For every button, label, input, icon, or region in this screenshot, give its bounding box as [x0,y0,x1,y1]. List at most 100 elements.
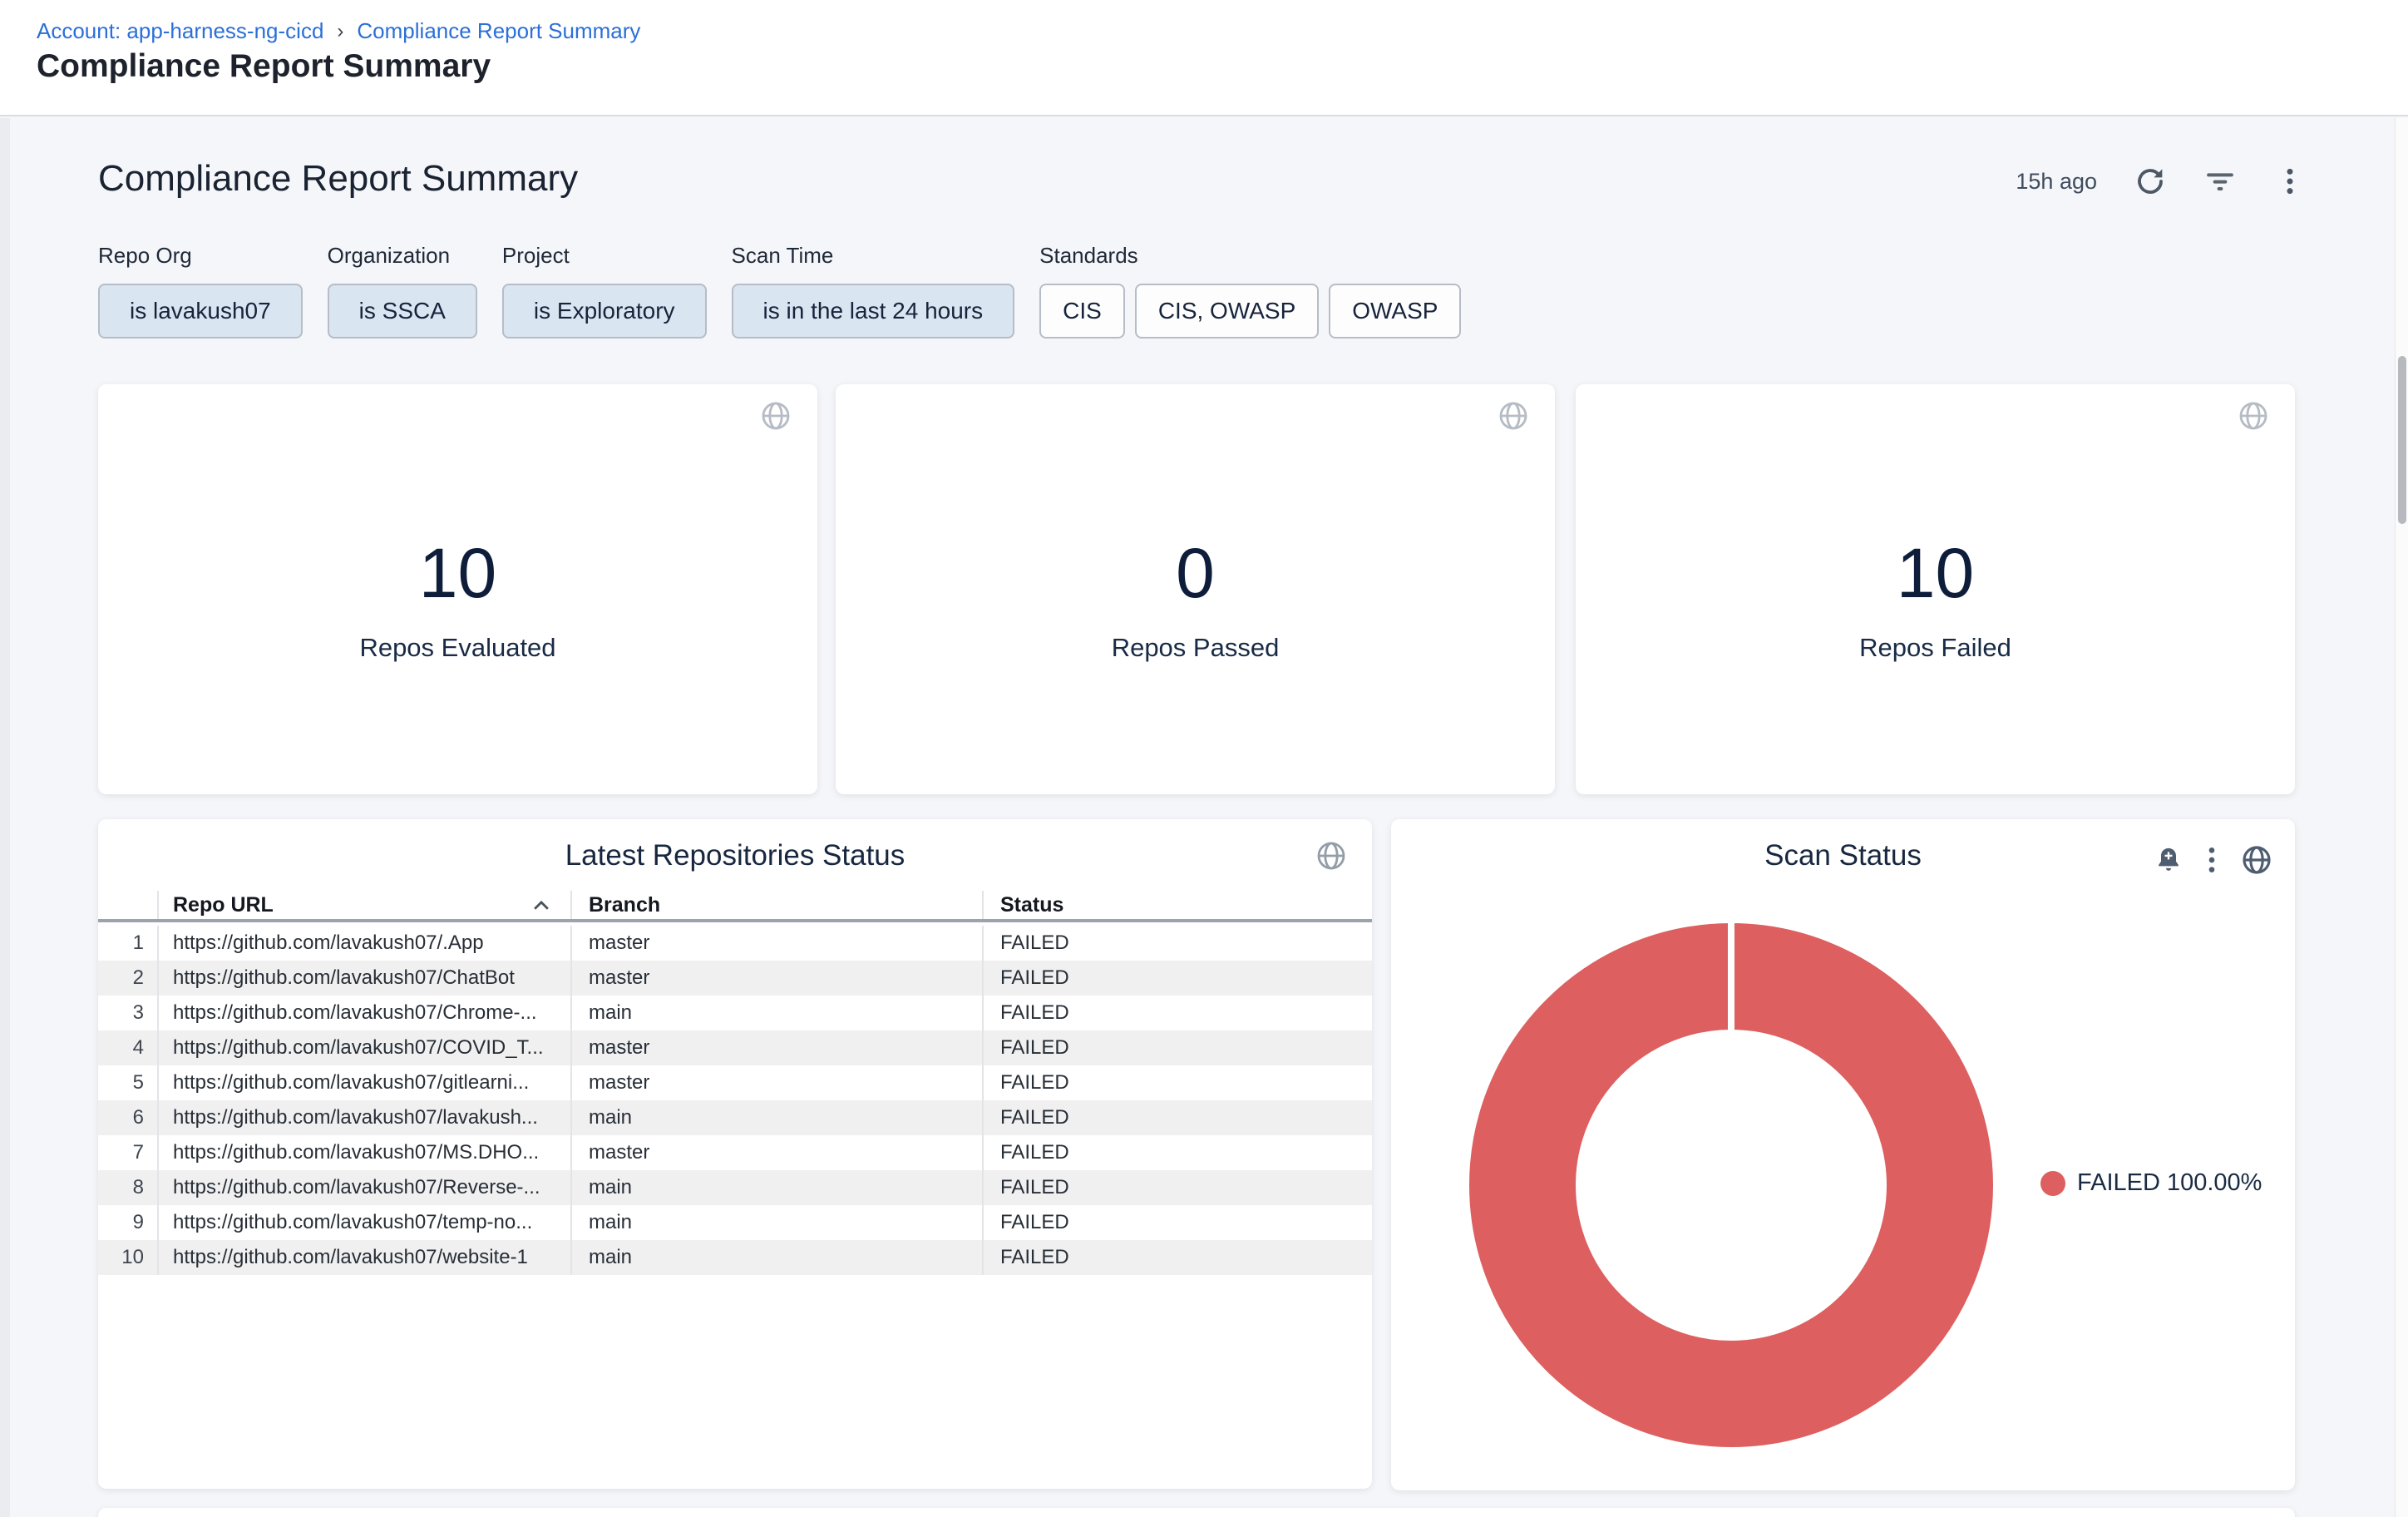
row-number: 10 [98,1240,157,1275]
row-number: 2 [98,961,157,996]
cell-branch: main [570,996,982,1030]
breadcrumb-account-link[interactable]: Account: app-harness-ng-cicd [37,18,323,44]
table-row[interactable]: 6 https://github.com/lavakush07/lavakush… [98,1100,1372,1135]
legend-failed-label: FAILED 100.00% [2077,1169,2262,1197]
table-row[interactable]: 1 https://github.com/lavakush07/.App mas… [98,926,1372,961]
filter-scan-time: Scan Time is in the last 24 hours [732,243,1015,338]
filter-label: Project [502,243,707,269]
cell-status: FAILED [982,961,1372,996]
standards-chip-owasp[interactable]: OWASP [1329,284,1461,338]
last-refreshed-label: 15h ago [2016,169,2097,195]
kebab-menu-icon[interactable] [2273,165,2307,198]
cell-status: FAILED [982,1065,1372,1100]
column-header-status[interactable]: Status [982,891,1372,919]
globe-icon[interactable] [2237,399,2270,437]
row-number-header [98,891,157,919]
column-header-repo-url[interactable]: Repo URL [157,891,570,919]
row-number: 6 [98,1100,157,1135]
breadcrumb: Account: app-harness-ng-cicd › Complianc… [37,18,640,44]
cell-status: FAILED [982,1240,1372,1275]
stat-value: 0 [836,527,1555,619]
donut-legend[interactable]: FAILED 100.00% [2040,1169,2262,1197]
table-row[interactable]: 3 https://github.com/lavakush07/Chrome-.… [98,996,1372,1030]
cell-branch: main [570,1205,982,1240]
filter-label: Scan Time [732,243,1015,269]
row-number: 9 [98,1205,157,1240]
table-header-row: Repo URL Branch Status [98,891,1372,922]
table-row[interactable]: 5 https://github.com/lavakush07/gitlearn… [98,1065,1372,1100]
standards-chip-cis-owasp[interactable]: CIS, OWASP [1135,284,1319,338]
cell-repo-url: https://github.com/lavakush07/website-1 [157,1240,570,1275]
stat-label: Repos Evaluated [98,630,817,666]
add-alert-bell-icon[interactable] [2154,843,2183,877]
stat-card-repos-evaluated: 10 Repos Evaluated [98,384,817,794]
table-row[interactable]: 4 https://github.com/lavakush07/COVID_T.… [98,1030,1372,1065]
filter-chip-repo-org[interactable]: is lavakush07 [98,284,303,338]
filter-chip-organization[interactable]: is SSCA [328,284,477,338]
top-header-bar: Account: app-harness-ng-cicd › Complianc… [0,0,2408,116]
stat-value: 10 [1576,527,2295,619]
page-title: Compliance Report Summary [37,48,491,85]
cell-status: FAILED [982,1170,1372,1205]
breadcrumb-page-link[interactable]: Compliance Report Summary [357,18,640,44]
cell-status: FAILED [982,1135,1372,1170]
cell-branch: master [570,961,982,996]
globe-icon[interactable] [759,399,792,437]
filter-label: Repo Org [98,243,303,269]
row-number: 8 [98,1170,157,1205]
filter-bar: Repo Org is lavakush07 Organization is S… [98,243,1461,338]
cell-branch: master [570,926,982,961]
table-row[interactable]: 9 https://github.com/lavakush07/temp-no.… [98,1205,1372,1240]
cell-status: FAILED [982,996,1372,1030]
table-row[interactable]: 7 https://github.com/lavakush07/MS.DHO..… [98,1135,1372,1170]
dashboard-title: Compliance Report Summary [98,158,578,200]
cell-repo-url: https://github.com/lavakush07/Reverse-..… [157,1170,570,1205]
filter-chip-scan-time[interactable]: is in the last 24 hours [732,284,1015,338]
cell-status: FAILED [982,1100,1372,1135]
filter-organization: Organization is SSCA [328,243,477,338]
row-number: 3 [98,996,157,1030]
filter-chip-project[interactable]: is Exploratory [502,284,707,338]
cell-branch: main [570,1170,982,1205]
sort-ascending-caret-icon[interactable] [532,898,550,912]
scrollbar-thumb[interactable] [2398,356,2406,524]
column-header-branch[interactable]: Branch [570,891,982,919]
globe-icon[interactable] [1315,839,1348,877]
cell-repo-url: https://github.com/lavakush07/temp-no... [157,1205,570,1240]
cell-branch: main [570,1240,982,1275]
cell-repo-url: https://github.com/lavakush07/MS.DHO... [157,1135,570,1170]
filter-standards: Standards CIS CIS, OWASP OWASP [1039,243,1461,338]
scan-status-donut-chart[interactable] [1457,911,2006,1460]
cell-status: FAILED [982,1205,1372,1240]
cell-repo-url: https://github.com/lavakush07/Chrome-... [157,996,570,1030]
filter-list-icon[interactable] [2203,165,2237,198]
kebab-menu-icon[interactable] [2203,843,2220,877]
standards-chip-cis[interactable]: CIS [1039,284,1125,338]
stat-label: Repos Failed [1576,630,2295,666]
cell-repo-url: https://github.com/lavakush07/lavakush..… [157,1100,570,1135]
left-gutter [0,118,10,1517]
dashboard-controls: 15h ago [2016,163,2307,200]
cell-repo-url: https://github.com/lavakush07/ChatBot [157,961,570,996]
cell-status: FAILED [982,1030,1372,1065]
row-number: 7 [98,1135,157,1170]
table-row[interactable]: 8 https://github.com/lavakush07/Reverse-… [98,1170,1372,1205]
vertical-scrollbar[interactable] [2395,118,2408,1517]
refresh-icon[interactable] [2134,165,2167,198]
cell-repo-url: https://github.com/lavakush07/COVID_T... [157,1030,570,1065]
cell-repo-url: https://github.com/lavakush07/gitlearni.… [157,1065,570,1100]
next-card-partial [98,1508,2295,1517]
globe-icon[interactable] [2240,843,2273,877]
table-row[interactable]: 10 https://github.com/lavakush07/website… [98,1240,1372,1275]
cell-branch: master [570,1135,982,1170]
globe-icon[interactable] [1497,399,1530,437]
cell-repo-url: https://github.com/lavakush07/.App [157,926,570,961]
table-row[interactable]: 2 https://github.com/lavakush07/ChatBot … [98,961,1372,996]
scan-status-card: Scan Status [1391,819,2295,1490]
stat-label: Repos Passed [836,630,1555,666]
table-card-title: Latest Repositories Status [98,839,1372,872]
stat-card-repos-failed: 10 Repos Failed [1576,384,2295,794]
cell-status: FAILED [982,926,1372,961]
legend-failed-dot [2040,1171,2065,1196]
filter-project: Project is Exploratory [502,243,707,338]
